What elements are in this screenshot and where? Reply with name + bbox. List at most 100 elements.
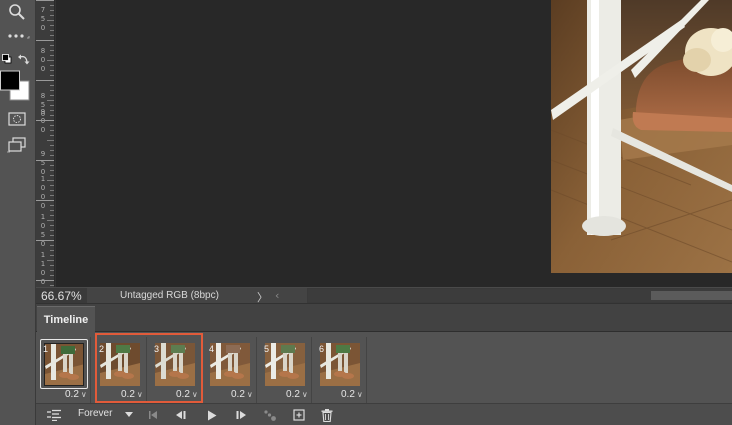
- ruler-tick: [50, 25, 54, 26]
- ruler-tick: [50, 235, 54, 236]
- zoom-tool-button[interactable]: [0, 2, 33, 22]
- ruler-tick: [36, 0, 54, 1]
- status-bar: 66.67% Untagged RGB (8bpc) 〉 ‹: [36, 287, 732, 305]
- ruler-tick: [47, 60, 54, 61]
- ruler-tick: [50, 225, 54, 226]
- color-swatches[interactable]: [0, 70, 33, 102]
- loop-options-select[interactable]: Forever: [78, 408, 112, 419]
- quick-mask-button[interactable]: [0, 110, 33, 128]
- frame-number: 2: [99, 344, 105, 354]
- ruler-tick: [50, 135, 54, 136]
- loop-dropdown-caret[interactable]: [124, 408, 134, 422]
- ruler-tick: [47, 20, 54, 21]
- ruler-tick: [50, 150, 54, 151]
- ruler-digit: 0: [40, 269, 46, 277]
- timeline-frame-4[interactable]: 4 0.2 ∨: [204, 337, 257, 403]
- ruler-tick: [36, 280, 54, 281]
- ruler-digit: 1: [40, 175, 46, 183]
- ruler-tick: [50, 190, 54, 191]
- default-colors-button[interactable]: [0, 52, 14, 66]
- panel-tab-strip: Timeline: [36, 304, 732, 333]
- next-frame-button[interactable]: [234, 408, 248, 422]
- ruler-tick: [50, 165, 54, 166]
- ruler-tick: [50, 185, 54, 186]
- frame-delay-select[interactable]: 0.2 ∨: [121, 389, 143, 400]
- timeline-frame-1[interactable]: 1 0.2 ∨: [38, 337, 91, 403]
- horizontal-scrollbar[interactable]: [308, 289, 732, 302]
- frame-delay-value: 0.2: [231, 389, 245, 400]
- play-button[interactable]: [205, 408, 219, 422]
- timeline-frame-2[interactable]: 2 0.2 ∨: [94, 337, 147, 403]
- scroll-left-arrow[interactable]: ‹: [275, 289, 279, 302]
- more-tools-button[interactable]: [0, 28, 33, 44]
- ruler-tick: [50, 155, 54, 156]
- trash-icon: [321, 408, 333, 422]
- frame-thumbnail: [320, 343, 360, 386]
- ruler-tick: [47, 260, 54, 261]
- ruler-tick: [50, 105, 54, 106]
- ruler-tick: [50, 285, 54, 286]
- status-menu-arrow[interactable]: 〉: [257, 289, 268, 305]
- frame-delay-value: 0.2: [341, 389, 355, 400]
- delete-frame-button[interactable]: [320, 408, 334, 422]
- ruler-tick: [50, 95, 54, 96]
- frame-delay-value: 0.2: [65, 389, 79, 400]
- tween-icon: [264, 410, 276, 421]
- timeline-panel: Timeline 1 0.2 ∨ 2 0.2 ∨ 3 0.2 ∨ 4 0.2 ∨ 5 0.2 ∨ 6 0.2 ∨ …: [36, 304, 732, 425]
- tools-panel: [0, 0, 36, 425]
- ruler-digit: 0: [40, 24, 46, 32]
- ruler-tick: [50, 75, 54, 76]
- previous-frame-icon: [176, 411, 186, 419]
- frame-delay-select[interactable]: 0.2 ∨: [341, 389, 363, 400]
- ruler-tick: [50, 255, 54, 256]
- timeline-frame-3[interactable]: 3 0.2 ∨: [149, 337, 202, 403]
- ruler-tick: [50, 265, 54, 266]
- ruler-digit: 9: [40, 108, 46, 116]
- frame-delay-select[interactable]: 0.2 ∨: [286, 389, 308, 400]
- ruler-tick: [50, 175, 54, 176]
- frame-delay-select[interactable]: 0.2 ∨: [65, 389, 87, 400]
- ruler-tick: [50, 85, 54, 86]
- first-frame-button[interactable]: [146, 408, 160, 422]
- ruler-tick: [50, 5, 54, 6]
- ruler-tick: [50, 50, 54, 51]
- convert-to-timeline-button[interactable]: [46, 408, 62, 422]
- frame-strip: 1 0.2 ∨ 2 0.2 ∨ 3 0.2 ∨ 4 0.2 ∨ 5 0.2 ∨ 6 0.2 ∨: [36, 333, 732, 403]
- magnifier-icon: [8, 4, 25, 20]
- ruler-tick: [50, 65, 54, 66]
- ruler-digit: 5: [40, 231, 46, 239]
- ruler-digit: 7: [40, 6, 46, 14]
- previous-frame-button[interactable]: [174, 408, 188, 422]
- frame-delay-value: 0.2: [176, 389, 190, 400]
- ruler-tick: [50, 30, 54, 31]
- frame-thumbnail: [100, 343, 140, 386]
- ruler-digit: 9: [40, 150, 46, 158]
- ruler-digit: 5: [40, 15, 46, 23]
- ruler-tick: [50, 230, 54, 231]
- timeline-frame-6[interactable]: 6 0.2 ∨: [314, 337, 367, 403]
- frame-number: 6: [319, 344, 325, 354]
- ruler-digit: 1: [40, 251, 46, 259]
- default-colors-icon: [2, 54, 12, 64]
- document-info-box[interactable]: Untagged RGB (8bpc) 〉 ‹: [87, 288, 307, 305]
- document-image: [551, 0, 732, 273]
- swap-colors-button[interactable]: [16, 52, 32, 66]
- ruler-digit: 8: [40, 92, 46, 100]
- ruler-tick: [36, 160, 54, 161]
- screen-mode-button[interactable]: [0, 135, 33, 155]
- tween-button[interactable]: [263, 408, 277, 422]
- timeline-frame-5[interactable]: 5 0.2 ∨: [259, 337, 312, 403]
- first-frame-icon: [149, 411, 157, 419]
- ruler-tick: [47, 100, 54, 101]
- duplicate-frame-button[interactable]: [292, 408, 306, 422]
- chevron-down-icon: ∨: [356, 390, 363, 399]
- frame-thumbnail: [265, 343, 305, 386]
- horizontal-scroll-thumb[interactable]: [651, 291, 732, 300]
- chevron-down-icon: ∨: [246, 390, 253, 399]
- frame-delay-select[interactable]: 0.2 ∨: [231, 389, 253, 400]
- tab-timeline[interactable]: Timeline: [37, 306, 95, 333]
- chevron-down-icon: ∨: [136, 390, 143, 399]
- zoom-level[interactable]: 66.67%: [41, 289, 82, 303]
- ruler-tick: [47, 140, 54, 141]
- frame-delay-select[interactable]: 0.2 ∨: [176, 389, 198, 400]
